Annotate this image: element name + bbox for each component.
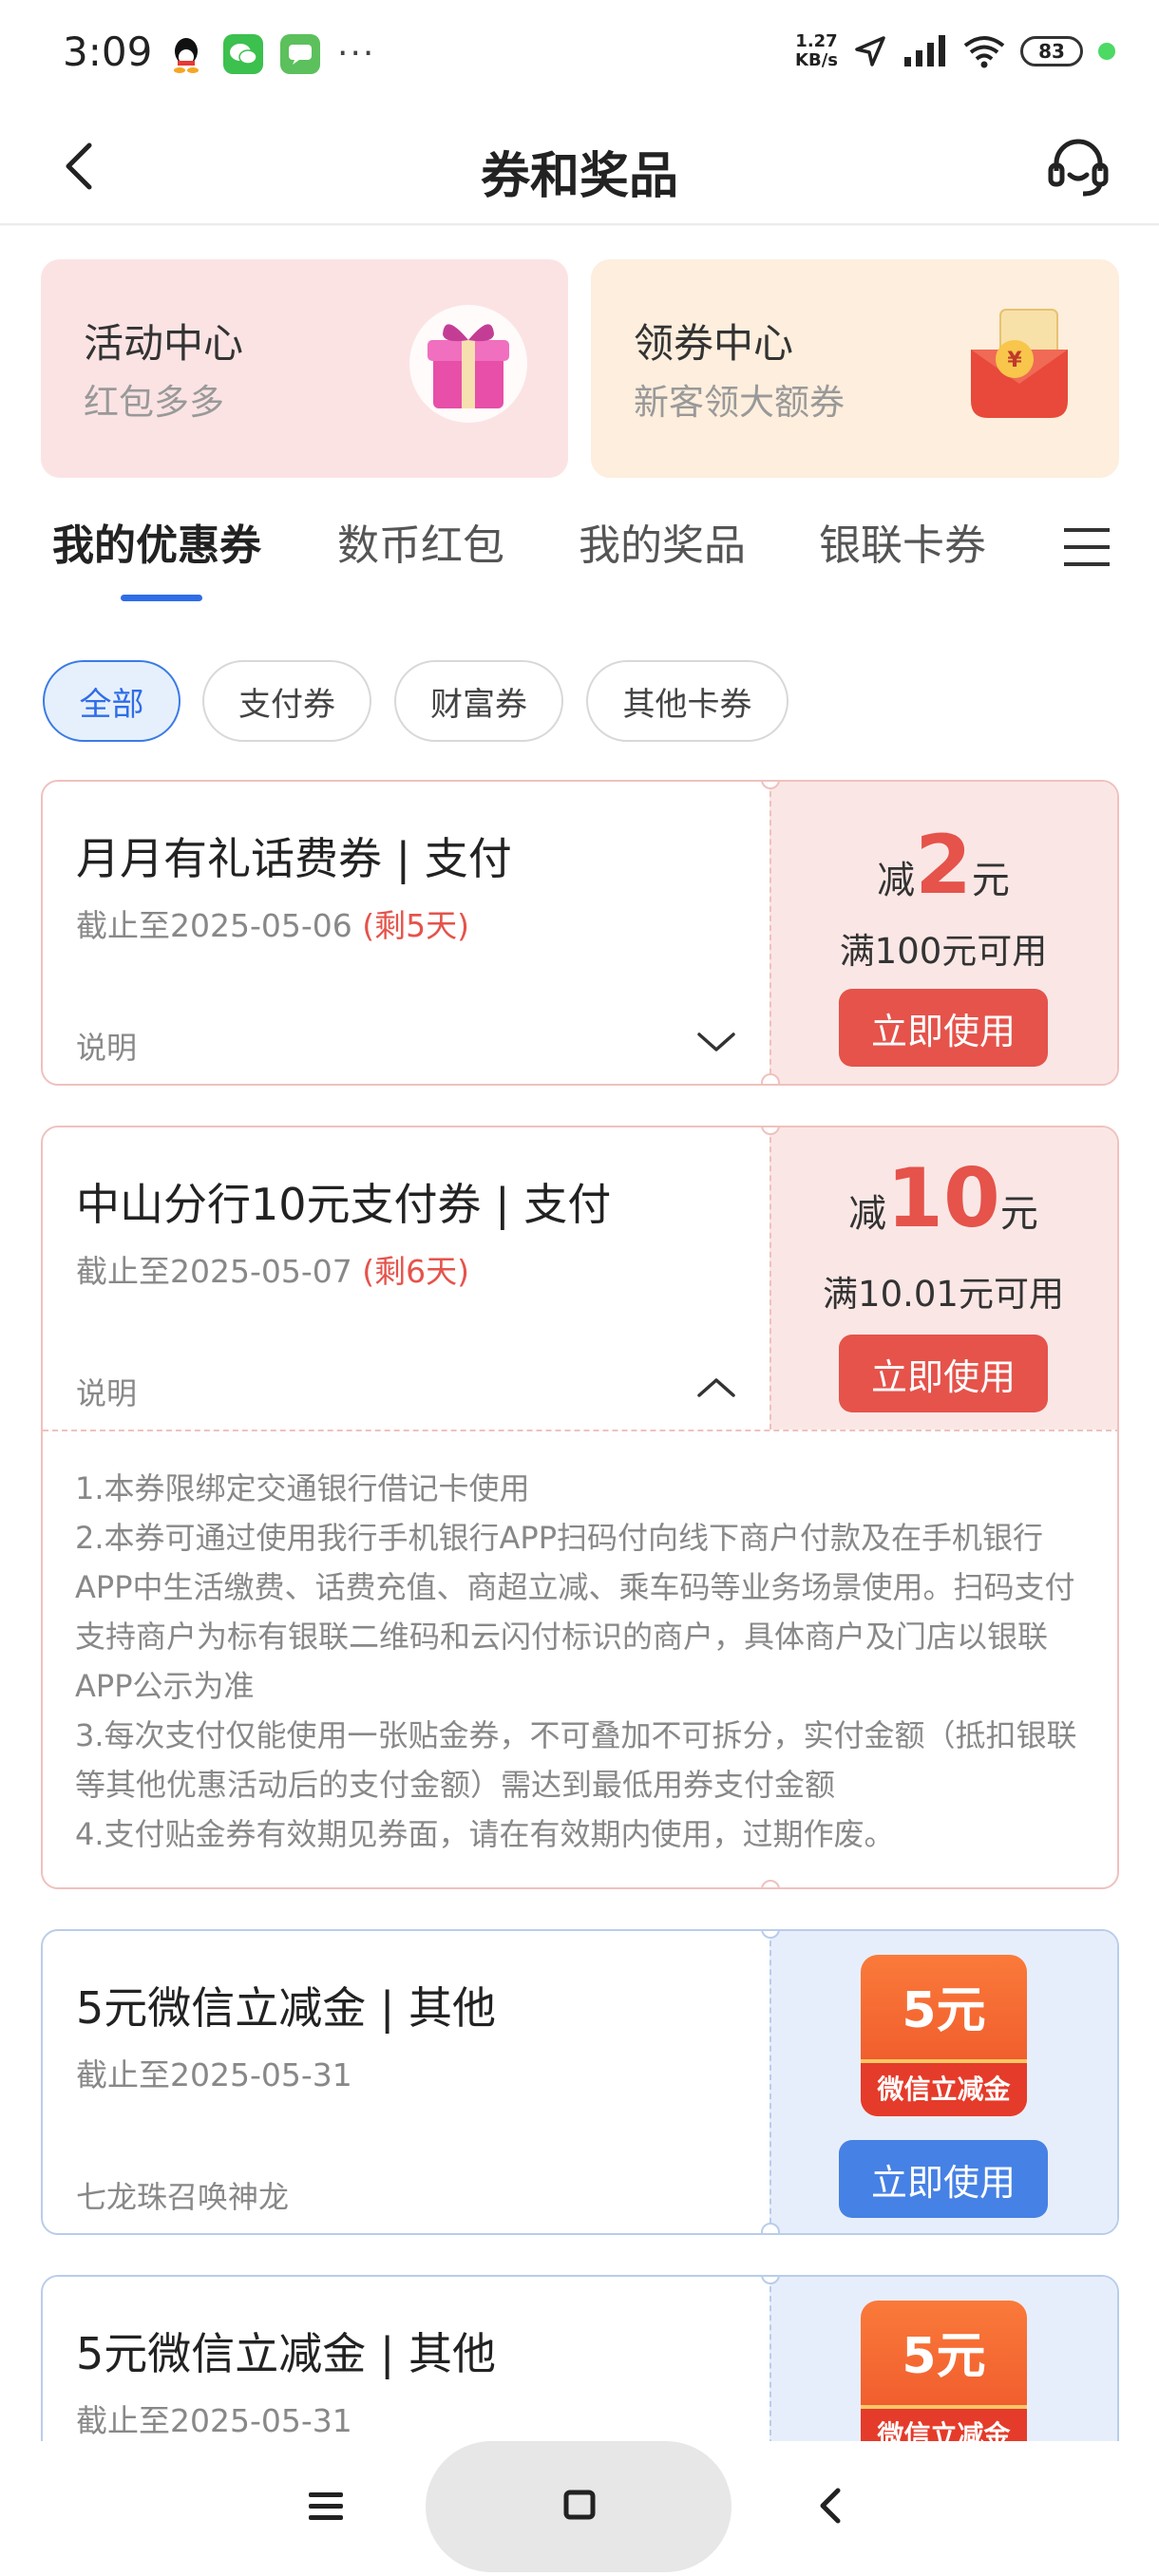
signal-icon — [904, 35, 945, 66]
coupon-title: 5元微信立减金 | 其他 — [76, 1982, 497, 2034]
tab-my-coupons[interactable]: 我的优惠券 — [52, 511, 261, 572]
page-title: 券和奖品 — [480, 148, 678, 205]
coupon-description-toggle[interactable]: 说明 — [76, 1370, 137, 1413]
coupon-expiry: 截止至2025-05-31 — [76, 2056, 352, 2093]
filter-wealth[interactable]: 财富券 — [394, 660, 563, 742]
chevron-down-icon[interactable] — [694, 1019, 739, 1065]
coupon-expiry: 截止至2025-05-31 — [76, 2402, 352, 2439]
privacy-dot — [1098, 43, 1115, 60]
customer-service-icon[interactable] — [1045, 133, 1112, 199]
usage-condition: 满100元可用 — [839, 931, 1048, 972]
wechat-cash-badge: 5元 微信立减金 — [861, 2301, 1027, 2441]
coupon-card: 减10元 满10.01元可用 立即使用 中山分行10元支付券 | 支付 截止至2… — [41, 1126, 1119, 1889]
home-icon[interactable] — [551, 2477, 608, 2534]
more-notifications-icon: ··· — [337, 34, 376, 73]
coupon-title: 中山分行10元支付券 | 支付 — [76, 1179, 612, 1230]
coupon-card: 5元 微信立减金 立即使用 5元微信立减金 | 其他 截止至2025-05-31… — [41, 1929, 1119, 2235]
tab-digital-red-envelope[interactable]: 数币红包 — [337, 511, 504, 572]
app-header: 券和奖品 — [0, 109, 1159, 225]
coupon-description: 1.本券限绑定交通银行借记卡使用 2.本券可通过使用我行手机银行APP扫码付向线… — [43, 1430, 1117, 1859]
recent-apps-icon[interactable] — [297, 2477, 354, 2534]
gift-box-icon — [409, 305, 527, 423]
qq-notification-icon — [166, 34, 206, 74]
network-speed: 1.27 KB/s — [795, 31, 838, 70]
card-subtitle: 新客领大额券 — [634, 382, 845, 423]
coupon-center-card[interactable]: 领券中心 新客领大额券 ¥ — [591, 259, 1119, 478]
card-title: 活动中心 — [84, 320, 244, 367]
filter-all[interactable]: 全部 — [43, 660, 180, 742]
main-content: 活动中心 红包多多 领券中心 新客领大额券 ¥ 我的优惠券 数币红包 我的奖品 … — [0, 226, 1159, 2441]
coupon-title: 5元微信立减金 | 其他 — [76, 2328, 497, 2379]
nav-back-icon[interactable] — [804, 2477, 861, 2534]
activity-center-card[interactable]: 活动中心 红包多多 — [41, 259, 568, 478]
message-notification-icon — [280, 34, 320, 74]
battery-indicator: 83 — [1020, 36, 1083, 66]
discount-amount: 减2元 — [877, 818, 1010, 913]
status-bar: 3:09 ··· 1.27 KB/s 83 — [0, 0, 1159, 109]
active-tab-indicator — [121, 595, 202, 601]
tab-my-prizes[interactable]: 我的奖品 — [579, 511, 746, 572]
days-remaining: (剩6天) — [362, 1253, 470, 1290]
chevron-up-icon[interactable] — [694, 1365, 739, 1411]
coupon-card: 减2元 满100元可用 立即使用 月月有礼话费券 | 支付 截止至2025-05… — [41, 780, 1119, 1086]
filter-other-cards[interactable]: 其他卡券 — [586, 660, 788, 742]
coupon-description-toggle[interactable]: 说明 — [76, 1024, 137, 1068]
coupon-expiry: 截止至2025-05-06 (剩5天) — [76, 907, 470, 944]
filter-payment[interactable]: 支付券 — [202, 660, 371, 742]
coupon-expiry: 截止至2025-05-07 (剩6天) — [76, 1253, 470, 1290]
status-time: 3:09 — [63, 28, 153, 75]
menu-icon[interactable] — [1062, 522, 1112, 572]
svg-text:¥: ¥ — [1007, 349, 1022, 372]
days-remaining: (剩5天) — [362, 907, 470, 944]
discount-amount: 减10元 — [848, 1151, 1038, 1246]
card-title: 领券中心 — [634, 320, 794, 367]
red-envelope-icon: ¥ — [971, 309, 1068, 418]
system-nav-bar — [0, 2441, 1159, 2576]
use-now-button[interactable]: 立即使用 — [839, 1335, 1048, 1412]
coupon-source: 七龙珠召唤神龙 — [76, 2179, 290, 2215]
wifi-icon — [963, 36, 1005, 68]
usage-condition: 满10.01元可用 — [823, 1274, 1064, 1315]
card-subtitle: 红包多多 — [84, 382, 224, 423]
coupon-card: 5元 微信立减金 5元微信立减金 | 其他 截止至2025-05-31 — [41, 2275, 1119, 2441]
use-now-button[interactable]: 立即使用 — [839, 989, 1048, 1067]
location-icon — [855, 36, 885, 66]
use-now-button[interactable]: 立即使用 — [839, 2140, 1048, 2218]
wechat-notification-icon — [223, 34, 263, 74]
coupon-title: 月月有礼话费券 | 支付 — [76, 833, 512, 884]
tab-unionpay-coupons[interactable]: 银联卡券 — [819, 511, 986, 572]
wechat-cash-badge: 5元 微信立减金 — [861, 1955, 1027, 2116]
coupon-tabs: 我的优惠券 数币红包 我的奖品 银联卡券 — [0, 511, 1159, 616]
